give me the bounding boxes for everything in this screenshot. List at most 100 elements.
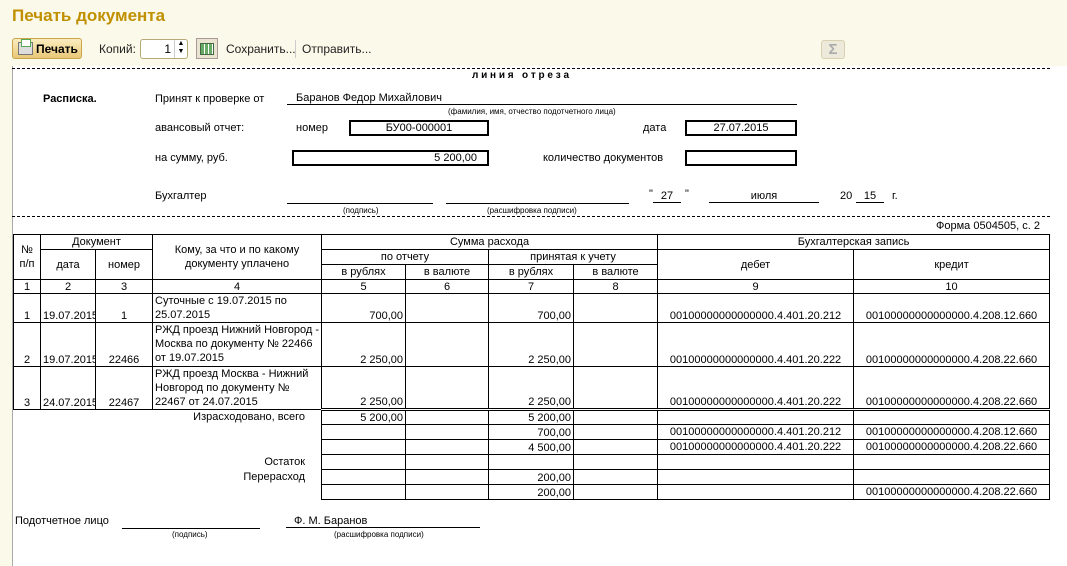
totals-credit: 00100000000000000.4.208.22.660 <box>853 439 1051 455</box>
totals-label <box>14 425 322 440</box>
person-sign-caption: (подпись) <box>172 530 208 539</box>
window-title: Печать документа <box>12 6 166 25</box>
totals-report-cur <box>405 408 490 425</box>
accountant-decode-line <box>446 191 629 204</box>
column-number: 5 <box>321 279 407 294</box>
report-number-box: БУ00-000001 <box>349 120 489 136</box>
totals-debit <box>657 484 855 500</box>
accountant-sign-line <box>287 191 433 204</box>
header-cur-accepted: в валюте <box>573 264 659 280</box>
header-num: № п/п <box>13 234 41 280</box>
totals-credit <box>853 454 1051 470</box>
save-button[interactable]: Сохранить... <box>226 42 296 56</box>
totals-accepted-rub: 5 200,00 <box>488 408 575 425</box>
header-rub-accepted: в рублях <box>488 264 575 280</box>
row-credit: 00100000000000000.4.208.22.660 <box>853 366 1051 410</box>
row-accepted-cur <box>573 322 659 367</box>
column-number: 1 <box>13 279 41 294</box>
row-date: 19.07.2015 <box>40 293 96 323</box>
totals-credit <box>853 408 1051 425</box>
table-edit-icon <box>200 42 214 55</box>
table-row: 2 19.07.2015 22466 РЖД проезд Нижний Новгор… <box>13 322 1051 367</box>
row-number: 1 <box>94 293 154 323</box>
month-field: июля <box>709 190 819 203</box>
header-entry: Бухгалтерская запись <box>657 234 1051 250</box>
totals-debit <box>657 454 855 470</box>
header-number: номер <box>94 249 154 280</box>
totals-row: Остаток <box>14 454 1051 470</box>
person-caption: (фамилия, имя, отчество подотчетного лиц… <box>448 107 616 116</box>
column-numbers-row: 1 2 3 4 5 6 7 8 9 10 <box>13 279 1051 294</box>
totals-row: Израсходовано, всего 5 200,00 5 200,00 <box>14 408 1051 425</box>
stepper-arrows-icon[interactable]: ▲ ▼ <box>174 40 187 58</box>
toolbar-separator <box>295 40 296 58</box>
row-report-cur <box>405 366 490 410</box>
totals-debit <box>657 408 855 425</box>
totals-report-cur <box>405 469 490 485</box>
decode-caption: (расшифровка подписи) <box>487 206 577 215</box>
totals-report-rub <box>321 484 407 500</box>
edit-table-button[interactable] <box>196 38 218 59</box>
cut-line-bottom <box>12 216 1050 217</box>
row-num: 3 <box>13 366 41 410</box>
totals-report-rub <box>321 439 407 455</box>
form-label: Форма 0504505, с. 2 <box>936 220 1041 232</box>
totals-report-rub <box>321 424 407 440</box>
receipt-title: Расписка. <box>43 93 97 105</box>
sum-button[interactable]: Σ <box>821 40 845 59</box>
row-report-cur <box>405 293 490 323</box>
print-label: Печать <box>36 41 78 56</box>
header-document: Документ <box>39 234 154 250</box>
header-debit: дебет <box>657 249 855 280</box>
person-name: Ф. М. Баранов <box>286 515 480 528</box>
totals-debit: 00100000000000000.4.401.20.222 <box>657 439 855 455</box>
row-debit: 00100000000000000.4.401.20.222 <box>657 322 855 367</box>
totals-accepted-cur <box>573 439 659 455</box>
totals-row: 200,00 00100000000000000.4.208.22.660 <box>14 484 1051 500</box>
row-purpose: РЖД проезд Нижний Новгород - Москва по д… <box>152 322 323 367</box>
row-date: 24.07.2015 <box>40 366 96 410</box>
totals-accepted-cur <box>573 408 659 425</box>
accountant-label: Бухгалтер <box>155 190 207 202</box>
totals-report-cur <box>405 454 490 470</box>
header-by-report: по отчету <box>321 249 490 265</box>
row-number: 22466 <box>94 322 154 367</box>
column-number: 8 <box>573 279 659 294</box>
copies-value[interactable]: 1 <box>164 42 171 56</box>
header-sum: Сумма расхода <box>321 234 659 250</box>
header-cur-report: в валюте <box>405 264 490 280</box>
totals-accepted-rub: 4 500,00 <box>488 439 575 455</box>
row-report-rub: 2 250,00 <box>321 322 407 367</box>
copies-label: Копий: <box>99 42 136 56</box>
totals-accepted-cur <box>573 484 659 500</box>
send-button[interactable]: Отправить... <box>302 42 372 56</box>
totals-credit <box>853 469 1051 485</box>
row-credit: 00100000000000000.4.208.22.660 <box>853 322 1051 367</box>
row-report-cur <box>405 322 490 367</box>
copies-stepper[interactable]: 1 ▲ ▼ <box>140 39 188 59</box>
column-number: 3 <box>94 279 154 294</box>
year-field: 15 <box>856 190 884 203</box>
totals-row: 700,00 00100000000000000.4.401.20.212 0010… <box>14 424 1051 440</box>
year-prefix: 20 <box>840 190 853 202</box>
totals-accepted-rub <box>488 454 575 470</box>
docs-count-label: количество документов <box>543 152 664 164</box>
column-number: 4 <box>152 279 323 294</box>
totals-report-rub: 5 200,00 <box>321 408 407 425</box>
totals-credit: 00100000000000000.4.208.12.660 <box>853 424 1051 440</box>
header-rub-report: в рублях <box>321 264 407 280</box>
row-debit: 00100000000000000.4.401.20.212 <box>657 293 855 323</box>
header-credit: кредит <box>853 249 1051 280</box>
totals-report-cur <box>405 439 490 455</box>
row-accepted-cur <box>573 293 659 323</box>
accountable-person-label: Подотчетное лицо <box>15 515 109 527</box>
printer-icon <box>18 39 33 55</box>
person-sign-line <box>122 516 260 529</box>
header-date: дата <box>40 249 96 280</box>
print-button[interactable]: Печать <box>12 38 82 59</box>
person-field: Баранов Федор Михайлович <box>287 92 797 105</box>
row-debit: 00100000000000000.4.401.20.222 <box>657 366 855 410</box>
totals-report-rub <box>321 454 407 470</box>
sum-box: 5 200,00 <box>292 150 489 166</box>
docs-count-box <box>685 150 797 166</box>
